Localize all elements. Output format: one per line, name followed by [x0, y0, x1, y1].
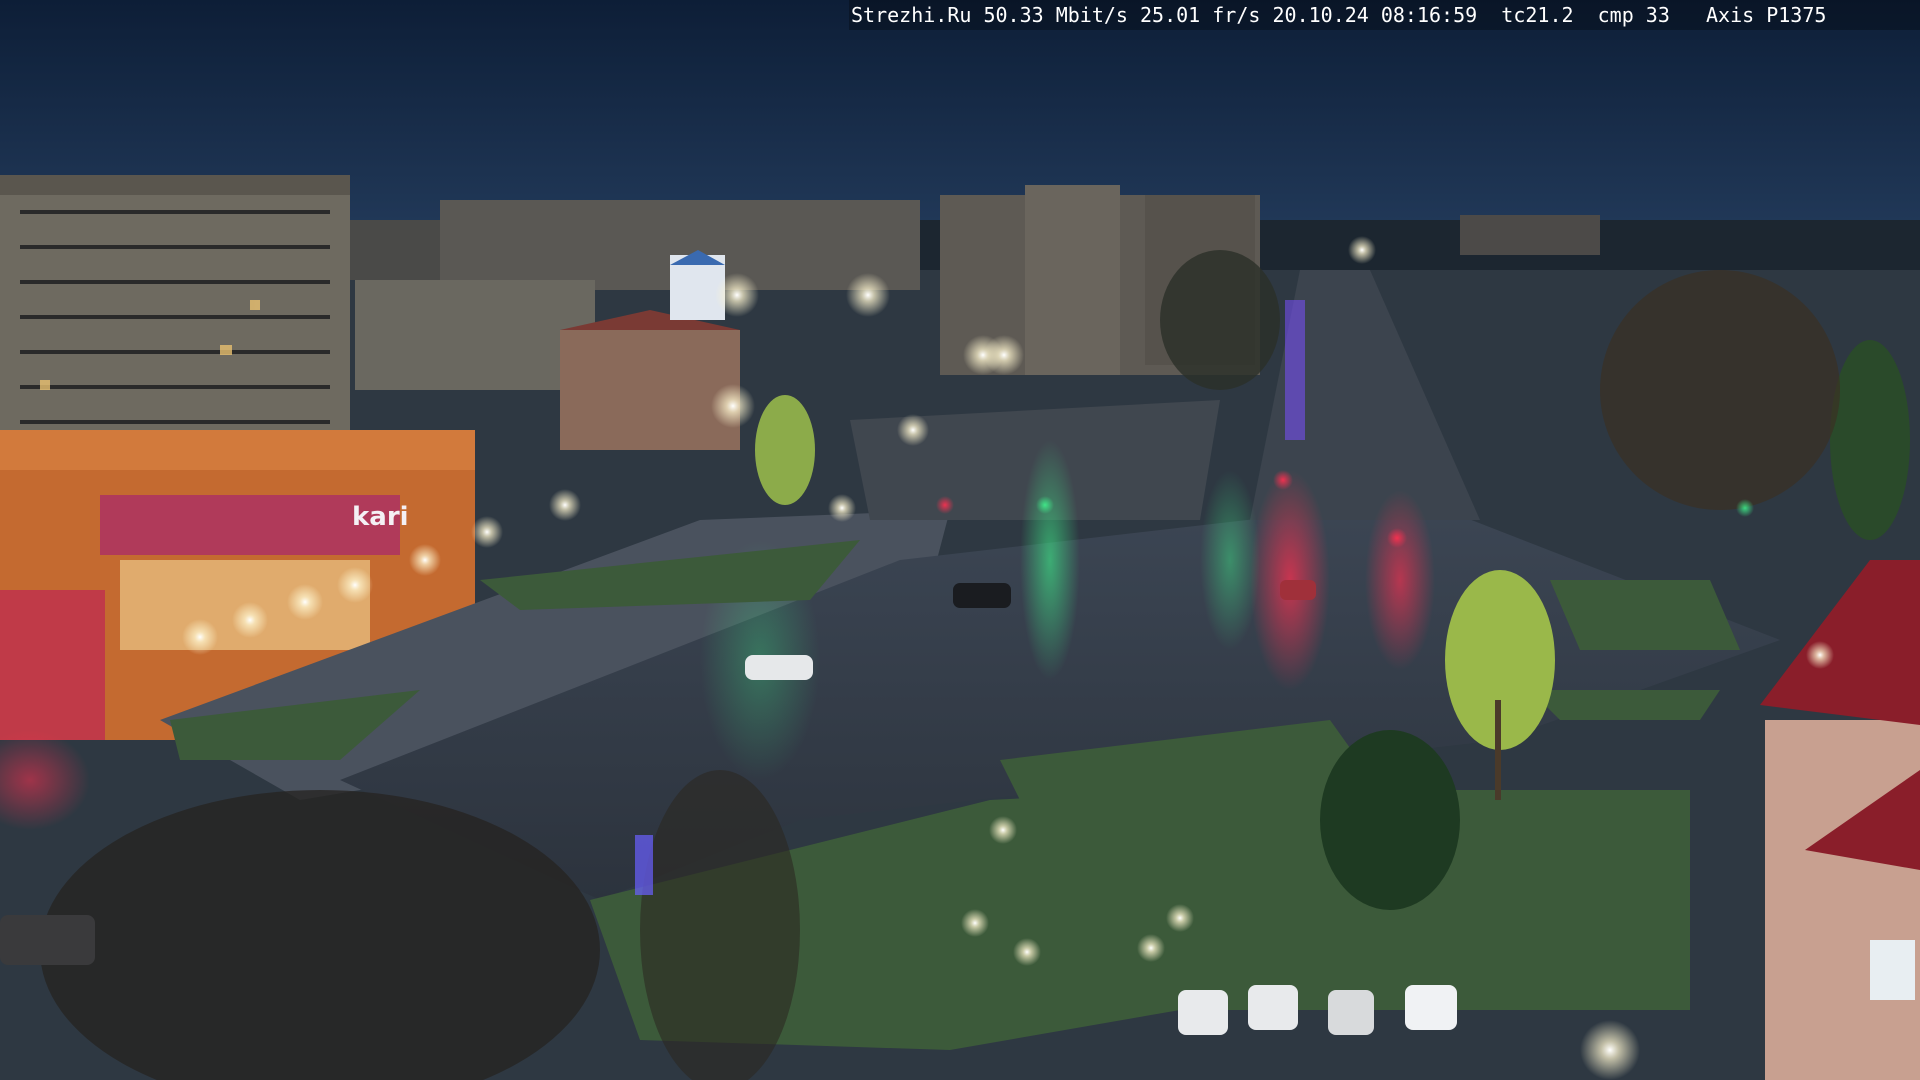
overlay-cmp: cmp 33 [1597, 3, 1670, 27]
car-parked-left [0, 915, 95, 965]
overlay-site: Strezhi.Ru [851, 3, 972, 27]
car-parked-3 [1328, 990, 1374, 1035]
car-dark-plaza [953, 583, 1011, 608]
camera-info-overlay: Strezhi.Ru 50.33 Mbit/s 25.01 fr/s 20.10… [849, 0, 1920, 30]
overlay-camera-model: Axis P1375 [1706, 3, 1827, 27]
car-red-road [1280, 580, 1316, 600]
webcam-scene: kari [0, 0, 1920, 1080]
overlay-tc: tc21.2 [1501, 3, 1574, 27]
store-sign: kari [352, 502, 409, 532]
overlay-bitrate: 50.33 Mbit/s [983, 3, 1128, 27]
overlay-framerate: 25.01 fr/s [1140, 3, 1261, 27]
car-parked-4 [1405, 985, 1457, 1030]
car-parked-2 [1248, 985, 1298, 1030]
overlay-datetime: 20.10.24 08:16:59 [1272, 3, 1478, 27]
car-white-plaza [745, 655, 813, 680]
car-parked-1 [1178, 990, 1228, 1035]
